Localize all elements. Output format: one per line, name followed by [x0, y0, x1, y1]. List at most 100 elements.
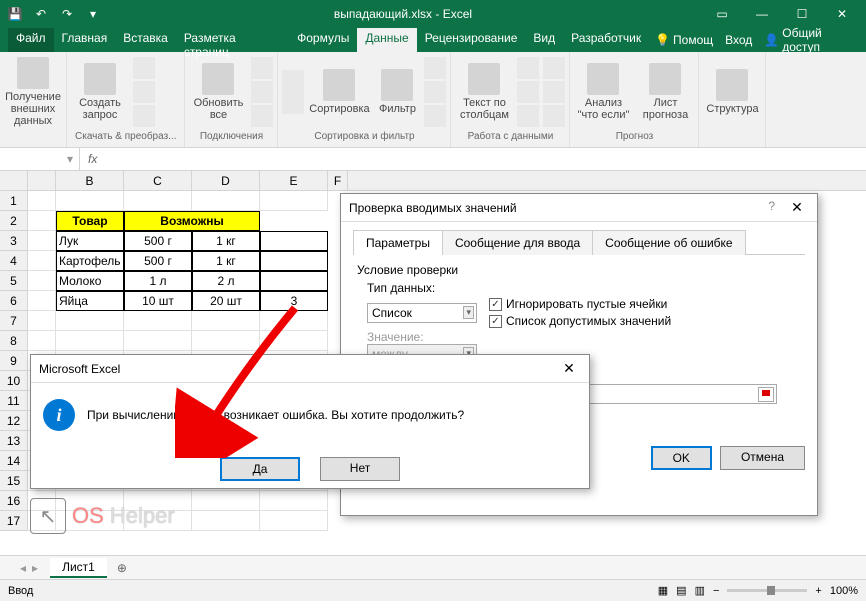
- cell[interactable]: Яйца: [56, 291, 124, 311]
- minimize-icon[interactable]: —: [742, 0, 782, 28]
- row-header[interactable]: 3: [0, 231, 28, 251]
- zoom-level[interactable]: 100%: [830, 585, 858, 597]
- cell[interactable]: [192, 191, 260, 211]
- cell[interactable]: Картофель: [56, 251, 124, 271]
- cell[interactable]: 1 кг: [192, 251, 260, 271]
- close-icon[interactable]: ✕: [785, 199, 809, 216]
- cell[interactable]: [260, 331, 328, 351]
- cell[interactable]: [28, 231, 56, 251]
- cell[interactable]: [28, 211, 56, 231]
- cell[interactable]: [260, 511, 328, 531]
- cell[interactable]: [260, 311, 328, 331]
- cell[interactable]: 10 шт: [124, 291, 192, 311]
- add-sheet-icon[interactable]: ⊕: [117, 561, 127, 575]
- tab-nav-next-icon[interactable]: ▸: [32, 561, 38, 575]
- new-query-button[interactable]: Создать запрос: [71, 61, 129, 123]
- data-model-icon[interactable]: [543, 105, 565, 127]
- redo-icon[interactable]: ↷: [56, 3, 78, 25]
- row-header[interactable]: 6: [0, 291, 28, 311]
- data-validation-icon[interactable]: [517, 105, 539, 127]
- cell[interactable]: [260, 251, 328, 271]
- row-header[interactable]: 12: [0, 411, 28, 431]
- help-icon[interactable]: ?: [768, 199, 775, 216]
- get-external-data-button[interactable]: Получение внешних данных: [4, 55, 62, 129]
- row-header[interactable]: 4: [0, 251, 28, 271]
- cell[interactable]: Возможны: [124, 211, 260, 231]
- row-header[interactable]: 13: [0, 431, 28, 451]
- cell[interactable]: [124, 191, 192, 211]
- edit-links-icon[interactable]: [251, 105, 273, 127]
- cell[interactable]: [124, 311, 192, 331]
- undo-icon[interactable]: ↶: [30, 3, 52, 25]
- row-header[interactable]: 15: [0, 471, 28, 491]
- cell[interactable]: 500 г: [124, 251, 192, 271]
- col-header[interactable]: D: [192, 171, 260, 190]
- refresh-all-button[interactable]: Обновить все: [189, 61, 247, 123]
- file-tab[interactable]: Файл: [8, 28, 54, 52]
- cell[interactable]: [260, 491, 328, 511]
- col-header[interactable]: E: [260, 171, 328, 190]
- tab-developer[interactable]: Разработчик: [563, 28, 649, 52]
- row-header[interactable]: 2: [0, 211, 28, 231]
- cell[interactable]: [56, 191, 124, 211]
- clear-filter-icon[interactable]: [424, 57, 446, 79]
- cell[interactable]: Товар: [56, 211, 124, 231]
- name-box[interactable]: ▾: [0, 148, 80, 170]
- cell[interactable]: 1 кг: [192, 231, 260, 251]
- select-all-corner[interactable]: [0, 171, 28, 190]
- share-button[interactable]: 👤Общий доступ: [758, 28, 866, 52]
- tab-review[interactable]: Рецензирование: [417, 28, 526, 52]
- tab-nav-prev-icon[interactable]: ◂: [20, 561, 26, 575]
- range-picker-icon[interactable]: [758, 387, 774, 402]
- recent-sources-icon[interactable]: [133, 105, 155, 127]
- cell[interactable]: 20 шт: [192, 291, 260, 311]
- view-page-icon[interactable]: ▤: [676, 584, 686, 597]
- save-icon[interactable]: 💾: [4, 3, 26, 25]
- cell[interactable]: [28, 311, 56, 331]
- zoom-in-icon[interactable]: +: [815, 585, 821, 597]
- no-button[interactable]: Нет: [320, 457, 400, 481]
- cell[interactable]: [124, 331, 192, 351]
- cell[interactable]: [28, 191, 56, 211]
- yes-button[interactable]: Да: [220, 457, 300, 481]
- ok-button[interactable]: OK: [651, 446, 712, 470]
- cell[interactable]: 2 л: [192, 271, 260, 291]
- text-to-columns-button[interactable]: Текст по столбцам: [455, 61, 513, 123]
- ribbon-options-icon[interactable]: ▭: [702, 0, 742, 28]
- tab-home[interactable]: Главная: [54, 28, 116, 52]
- cell[interactable]: [192, 491, 260, 511]
- row-header[interactable]: 9: [0, 351, 28, 371]
- tell-me[interactable]: 💡Помощ: [649, 28, 719, 52]
- filter-button[interactable]: Фильтр: [374, 67, 420, 117]
- row-header[interactable]: 16: [0, 491, 28, 511]
- cell[interactable]: [260, 191, 328, 211]
- ignore-blank-checkbox[interactable]: ✓Игнорировать пустые ячейки: [489, 297, 671, 311]
- cell[interactable]: 500 г: [124, 231, 192, 251]
- tab-view[interactable]: Вид: [525, 28, 563, 52]
- properties-icon[interactable]: [251, 81, 273, 103]
- tab-data[interactable]: Данные: [357, 28, 416, 52]
- tab-input-message[interactable]: Сообщение для ввода: [442, 230, 593, 255]
- cell[interactable]: Лук: [56, 231, 124, 251]
- tab-error-alert[interactable]: Сообщение об ошибке: [592, 230, 745, 255]
- view-normal-icon[interactable]: ▦: [658, 584, 668, 597]
- cell[interactable]: [192, 311, 260, 331]
- cell[interactable]: 1 л: [124, 271, 192, 291]
- cell[interactable]: [192, 331, 260, 351]
- zoom-slider[interactable]: [727, 589, 807, 592]
- tab-parameters[interactable]: Параметры: [353, 230, 443, 255]
- cancel-button[interactable]: Отмена: [720, 446, 805, 470]
- col-header[interactable]: B: [56, 171, 124, 190]
- cell[interactable]: [28, 271, 56, 291]
- cell[interactable]: Молоко: [56, 271, 124, 291]
- row-header[interactable]: 8: [0, 331, 28, 351]
- cell[interactable]: [260, 271, 328, 291]
- relationships-icon[interactable]: [543, 81, 565, 103]
- sign-in[interactable]: Вход: [719, 28, 758, 52]
- show-queries-icon[interactable]: [133, 57, 155, 79]
- sheet-tab[interactable]: Лист1: [50, 558, 107, 578]
- flash-fill-icon[interactable]: [517, 57, 539, 79]
- row-header[interactable]: 5: [0, 271, 28, 291]
- cell[interactable]: [28, 251, 56, 271]
- row-header[interactable]: 1: [0, 191, 28, 211]
